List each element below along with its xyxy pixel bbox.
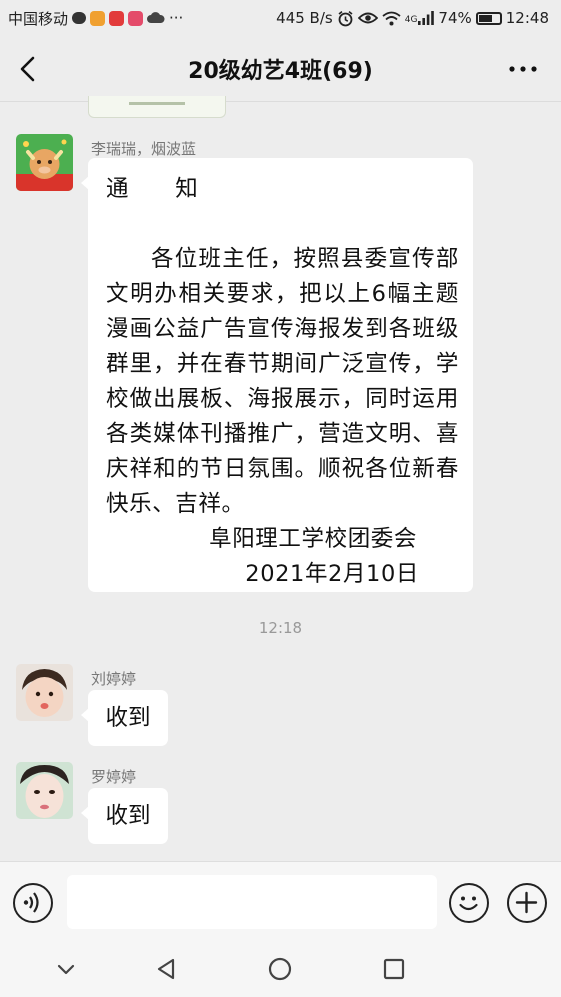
chat-icon <box>72 12 87 24</box>
status-bar: 中国移动 ··· 445 B/s 4G 74% 12:48 <box>0 0 561 36</box>
recents-square-icon[interactable] <box>378 953 410 985</box>
message-bubble[interactable]: 通 知 各位班主任，按照县委宣传部文明办相关要求，把以上6幅主题漫画公益广告宣传… <box>81 158 473 592</box>
message-text: 收到 <box>105 803 151 829</box>
plus-sign-icon <box>515 891 538 914</box>
thumbnail-detail <box>129 102 185 105</box>
notice-title: 通 知 <box>106 176 199 202</box>
avatar[interactable] <box>16 134 73 191</box>
avatar[interactable] <box>16 664 73 721</box>
girl-photo-icon <box>16 762 73 819</box>
child-photo-icon <box>16 664 73 721</box>
message-text: 收到 <box>105 705 151 731</box>
voice-waves-icon <box>23 892 39 913</box>
message-timestamp: 12:18 <box>258 619 303 637</box>
net-speed: 445 B/s <box>276 9 333 27</box>
carrier-label: 中国移动 <box>8 9 69 28</box>
back-triangle-icon[interactable] <box>151 953 183 985</box>
app-icon <box>90 10 106 26</box>
battery-fill <box>478 14 492 22</box>
chevron-left-icon[interactable] <box>14 53 44 85</box>
network-type: 4G <box>404 15 418 25</box>
signal-icon <box>418 11 435 25</box>
chat-title: 20级幼艺4班(69) <box>188 58 373 84</box>
cloud-icon <box>147 12 165 23</box>
chat-header: 20级幼艺4班(69) <box>0 36 561 102</box>
clock: 12:48 <box>505 9 549 27</box>
notice-date: 2021年2月10日 <box>245 561 419 587</box>
image-message-thumbnail[interactable] <box>88 96 226 118</box>
more-dots-icon[interactable] <box>503 54 543 84</box>
message-input[interactable] <box>67 875 437 929</box>
emoji-icon[interactable] <box>449 883 489 923</box>
eye-icon <box>357 12 378 24</box>
status-bar-left: 中国移动 ··· <box>8 8 183 29</box>
home-circle-icon[interactable] <box>264 953 296 985</box>
battery-percent: 74% <box>438 9 472 27</box>
plus-icon[interactable] <box>507 883 547 923</box>
notice-signature: 阜阳理工学校团委会 <box>209 526 417 552</box>
input-bar <box>0 861 561 941</box>
app-icon <box>109 10 125 26</box>
chevron-down-icon[interactable] <box>50 953 82 985</box>
status-bar-right: 445 B/s 4G 74% 12:48 <box>276 9 549 27</box>
notice-body: 各位班主任，按照县委宣传部文明办相关要求，把以上6幅主题漫画公益广告宣传海报发到… <box>106 246 459 517</box>
system-nav-bar <box>0 941 561 997</box>
app-icon <box>128 10 144 26</box>
message-bubble[interactable]: 收到 <box>81 788 168 844</box>
alarm-icon <box>338 10 353 26</box>
sender-name: 罗婷婷 <box>91 768 137 786</box>
sender-name: 李瑞瑞，烟波蓝 <box>91 140 197 158</box>
avatar[interactable] <box>16 762 73 819</box>
smiley-face-icon <box>459 896 478 911</box>
message-bubble[interactable]: 收到 <box>81 690 168 746</box>
sender-name: 刘婷婷 <box>91 670 137 688</box>
status-more: ··· <box>169 9 184 27</box>
ox-cartoon-icon <box>16 134 73 191</box>
voice-icon[interactable] <box>13 883 53 923</box>
wifi-icon <box>382 11 401 25</box>
battery-icon <box>475 11 502 25</box>
